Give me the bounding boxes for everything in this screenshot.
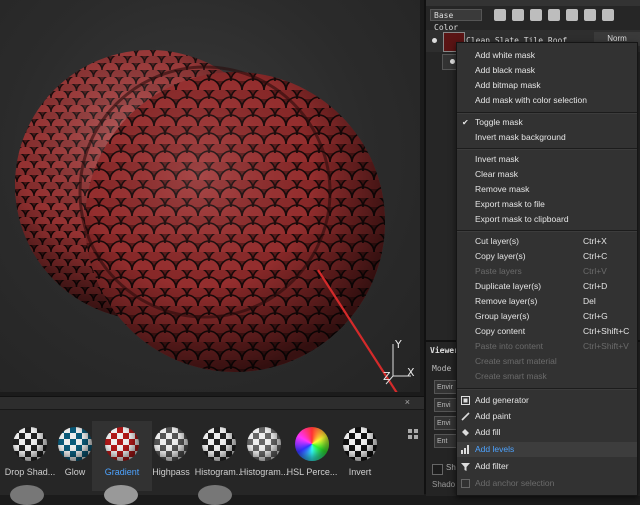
menu-item-add-levels[interactable]: Add levels [457,442,637,457]
menu-separator [457,388,637,390]
filter-thumbnail [154,427,188,461]
paint-brush-icon [461,412,470,421]
duplicate-icon[interactable] [584,9,596,21]
delete-icon[interactable] [602,9,614,21]
visibility-eye-icon[interactable] [450,59,455,64]
menu-item-export-mask-file[interactable]: Export mask to file [457,197,637,212]
menu-item-add-black-mask[interactable]: Add black mask [457,63,637,78]
anchor-icon [461,479,470,488]
filter-thumbnail [202,427,236,461]
add-folder-icon[interactable] [566,9,578,21]
3d-viewport[interactable]: Y X Z [0,0,420,392]
filter-thumbnail [295,427,329,461]
menu-item-add-anchor-selection: Add anchor selection [457,476,637,491]
shelf-row2-thumb [198,485,232,505]
axis-gizmo[interactable]: Y X Z [383,338,417,388]
generator-icon [461,396,470,405]
shelf-item-label: Invert [348,467,372,477]
grid-view-icon[interactable] [408,429,418,439]
menu-separator [457,112,637,114]
menu-item-toggle-mask[interactable]: ✔ Toggle mask [457,115,637,130]
menu-item-clear-mask[interactable]: Clear mask [457,167,637,182]
menu-separator [457,230,637,232]
layers-toolbar: Base Color [426,7,640,32]
roof-tile-spheres [15,50,398,392]
filter-thumbnail [343,427,377,461]
add-fill-icon[interactable] [512,9,524,21]
menu-item-invert-mask[interactable]: Invert mask [457,152,637,167]
menu-item-paste-into-content: Paste into content Ctrl+Shift+V [475,341,629,351]
checkmark-icon: ✔ [462,118,469,127]
shadow-checkbox[interactable] [432,464,443,475]
menu-separator [457,148,637,150]
levels-icon [461,445,469,454]
fill-bucket-icon [462,429,469,436]
shelf-row2-thumb [10,485,44,505]
menu-item-add-mask-color-selection[interactable]: Add mask with color selection [457,93,637,108]
menu-item-copy-content[interactable]: Copy content Ctrl+Shift+C [457,324,637,339]
menu-item-duplicate-layers[interactable]: Duplicate layer(s) Ctrl+D [457,279,637,294]
menu-item-add-white-mask[interactable]: Add white mask [457,48,637,63]
menu-item-add-bitmap-mask[interactable]: Add bitmap mask [457,78,637,93]
menu-item-add-generator[interactable]: Add generator [457,393,637,408]
close-icon[interactable]: × [405,397,410,407]
filter-icon [461,463,470,471]
filter-thumbnail [105,427,139,461]
menu-item-cut-layers[interactable]: Cut layer(s) Ctrl+X [457,234,637,249]
menu-item-add-filter[interactable]: Add filter [457,459,637,474]
filter-thumbnail [58,427,92,461]
menu-item-export-mask-clipboard[interactable]: Export mask to clipboard [457,212,637,227]
shelf-title-bar: × [0,397,424,410]
menu-item-group-layers[interactable]: Group layer(s) Ctrl+G [457,309,637,324]
mode-label: Mode [432,364,452,373]
shadow-label: Shado [432,480,456,489]
layer-context-menu: Add white mask Add black mask Add bitmap… [456,42,638,496]
shelf-item-invert[interactable]: Invert [330,427,390,477]
filter-thumbnail [13,427,47,461]
menu-item-copy-layers[interactable]: Copy layer(s) Ctrl+C [457,249,637,264]
menu-item-remove-layers[interactable]: Remove layer(s) Del [457,294,637,309]
visibility-eye-icon[interactable] [432,38,437,43]
menu-item-create-smart-material: Create smart material [475,356,557,366]
menu-item-create-smart-mask: Create smart mask [475,371,547,381]
axis-z-label: Z [383,370,391,383]
menu-item-remove-mask[interactable]: Remove mask [457,182,637,197]
menu-item-paste-layers: Paste layers Ctrl+V [475,266,607,276]
add-effect-icon[interactable] [548,9,560,21]
shelf-panel: × Drop Shad... Glow Gradient Highpass Hi… [0,396,424,505]
shelf-row2-thumb [104,485,138,505]
viewer-title: Viewer [430,346,459,355]
menu-item-invert-mask-background[interactable]: Invert mask background [457,130,637,145]
panel-header [426,0,640,6]
channel-select[interactable]: Base Color [430,9,482,32]
menu-item-add-fill[interactable]: Add fill [457,425,637,440]
menu-item-add-paint[interactable]: Add paint [457,409,637,424]
filter-thumbnail [247,427,281,461]
axis-y-label: Y [395,338,402,351]
add-mask-icon[interactable] [530,9,542,21]
add-layer-icon[interactable] [494,9,506,21]
axis-x-label: X [407,366,415,379]
